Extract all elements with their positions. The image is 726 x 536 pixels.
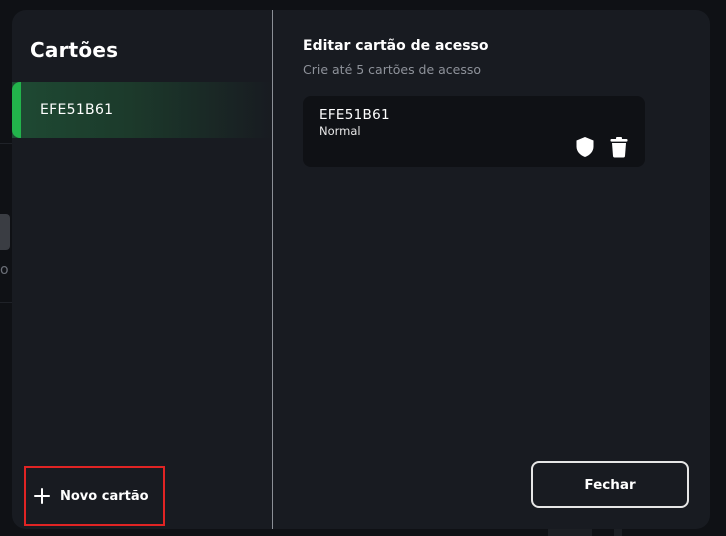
background-bar — [614, 529, 622, 536]
new-card-label: Novo cartão — [60, 488, 149, 504]
card-type: Normal — [319, 124, 361, 138]
edit-card-panel: Editar cartão de acesso Crie até 5 cartõ… — [273, 10, 710, 529]
close-button[interactable]: Fechar — [531, 461, 689, 508]
plus-icon — [34, 488, 50, 504]
shield-icon[interactable] — [575, 136, 595, 158]
panel-title: Cartões — [30, 38, 119, 62]
new-card-button[interactable]: Novo cartão — [24, 466, 165, 526]
access-card: EFE51B61 Normal — [303, 96, 645, 167]
edit-title: Editar cartão de acesso — [303, 38, 489, 54]
selected-indicator — [12, 82, 21, 138]
background-text: o — [0, 262, 9, 278]
background-divider — [0, 302, 12, 303]
background-divider — [0, 143, 12, 144]
cards-modal: Cartões EFE51B61 Novo cartão Editar cart… — [12, 10, 710, 529]
background-chip — [0, 214, 10, 250]
cards-list-panel: Cartões EFE51B61 Novo cartão — [12, 10, 272, 529]
trash-icon[interactable] — [610, 136, 628, 158]
card-list-item-label: EFE51B61 — [40, 102, 114, 118]
card-list-item[interactable]: EFE51B61 — [12, 82, 272, 138]
card-id: EFE51B61 — [319, 107, 390, 123]
background-bar — [548, 529, 592, 536]
edit-subtitle: Crie até 5 cartões de acesso — [303, 62, 482, 77]
